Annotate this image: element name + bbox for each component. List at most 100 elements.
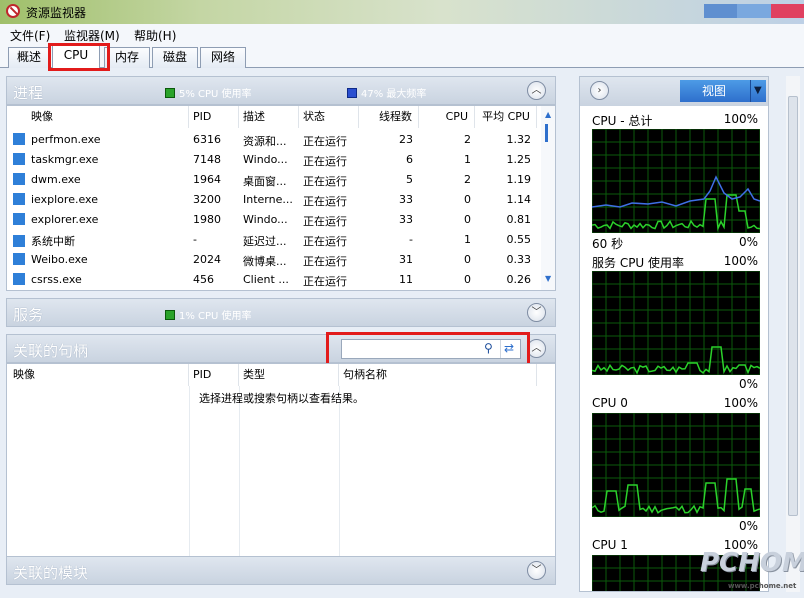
cell-threads: 23 <box>399 133 413 146</box>
cell-image: csrss.exe <box>13 273 183 286</box>
table-row[interactable]: explorer.exe 1980 Windo... 正在运行 33 0 0.81 <box>7 210 537 230</box>
tab-cpu[interactable]: CPU <box>52 45 100 68</box>
process-icon <box>13 253 25 265</box>
cell-description: 微博桌... <box>243 255 287 268</box>
collapse-handles-button[interactable]: ︿ <box>527 339 546 358</box>
col-pid[interactable]: PID <box>189 106 239 128</box>
graph-pane-scrollbar[interactable] <box>786 76 800 592</box>
col-image[interactable]: 映像 <box>7 106 189 128</box>
col-handle-name[interactable]: 句柄名称 <box>339 364 537 386</box>
col-handle-pid[interactable]: PID <box>189 364 239 386</box>
view-button-divider <box>750 80 751 102</box>
menu-help[interactable]: 帮助(H) <box>134 27 176 44</box>
col-handle-type[interactable]: 类型 <box>239 364 339 386</box>
graph-cpu-total-time: 60 秒 <box>592 237 624 251</box>
handle-search-box: ⚲ ⇄ <box>341 339 521 359</box>
close-button[interactable] <box>770 4 804 18</box>
expand-services-button[interactable]: ﹀ <box>527 303 546 322</box>
graph-cpu0 <box>591 412 761 518</box>
view-button[interactable]: 视图 ▼ <box>680 80 766 102</box>
table-row[interactable]: csrss.exe 456 Client ... 正在运行 11 0 0.26 <box>7 270 537 290</box>
cell-description: Windo... <box>243 213 288 226</box>
collapse-processes-button[interactable]: ︿ <box>527 81 546 100</box>
tab-network[interactable]: 网络 <box>200 47 246 68</box>
cell-threads: 33 <box>399 213 413 226</box>
graph-services <box>591 270 761 376</box>
column-divider <box>189 386 190 562</box>
table-row[interactable]: 系统中断 - 延迟过... 正在运行 - 1 0.55 <box>7 230 537 250</box>
window-title: 资源监视器 <box>26 6 87 20</box>
refresh-icon[interactable]: ⇄ <box>504 341 514 355</box>
col-description[interactable]: 描述 <box>239 106 299 128</box>
scroll-thumb[interactable] <box>545 124 548 142</box>
col-threads[interactable]: 线程数 <box>359 106 419 128</box>
col-handle-image[interactable]: 映像 <box>7 364 189 386</box>
table-row[interactable]: perfmon.exe 6316 资源和... 正在运行 23 2 1.32 <box>7 130 537 150</box>
process-name: perfmon.exe <box>31 133 101 146</box>
graph-cpu1-title: CPU 1 <box>592 538 628 552</box>
scroll-down-arrow-icon[interactable]: ▼ <box>545 274 551 283</box>
cell-pid: 1980 <box>193 213 221 226</box>
tab-overview[interactable]: 概述 <box>8 47 50 68</box>
title-bar: 资源监视器 <box>0 0 804 24</box>
cell-average-cpu: 0.55 <box>506 233 532 246</box>
process-name: 系统中断 <box>31 235 75 248</box>
processes-cpu-usage: 5% CPU 使用率 <box>165 85 252 100</box>
cell-threads: - <box>409 233 413 246</box>
handle-search-input[interactable] <box>344 341 476 357</box>
cell-status: 正在运行 <box>303 215 347 228</box>
graph-cpu0-min: 0% <box>738 519 758 533</box>
cell-threads: 11 <box>399 273 413 286</box>
menu-file[interactable]: 文件(F) <box>10 27 50 44</box>
search-icon[interactable]: ⚲ <box>484 341 493 355</box>
cell-description: 桌面窗... <box>243 175 287 188</box>
cell-average-cpu: 1.14 <box>506 193 532 206</box>
modules-title: 关联的模块 <box>13 564 89 582</box>
green-legend-swatch <box>165 310 175 320</box>
services-cpu-usage-text: 1% CPU 使用率 <box>179 311 252 322</box>
expand-modules-button[interactable]: ﹀ <box>527 561 546 580</box>
table-row[interactable]: Weibo.exe 2024 微博桌... 正在运行 31 0 0.33 <box>7 250 537 270</box>
chevron-down-icon[interactable]: ▼ <box>754 80 762 102</box>
services-title: 服务 <box>13 306 44 324</box>
process-icon <box>13 133 25 145</box>
minimize-button[interactable] <box>704 4 738 18</box>
cell-pid: 6316 <box>193 133 221 146</box>
cell-image: dwm.exe <box>13 173 183 186</box>
cell-average-cpu: 1.32 <box>506 133 532 146</box>
scroll-up-arrow-icon[interactable]: ▲ <box>545 110 551 119</box>
menu-monitor[interactable]: 监视器(M) <box>64 27 120 44</box>
table-row[interactable]: dwm.exe 1964 桌面窗... 正在运行 5 2 1.19 <box>7 170 537 190</box>
cell-status: 正在运行 <box>303 135 347 148</box>
processes-header[interactable]: 进程 5% CPU 使用率 47% 最大频率 ︿ <box>6 76 556 105</box>
col-cpu[interactable]: CPU <box>419 106 475 128</box>
table-row[interactable]: taskmgr.exe 7148 Windo... 正在运行 6 1 1.25 <box>7 150 537 170</box>
maximize-button[interactable] <box>737 4 771 18</box>
graph-pane-header: › 视图 ▼ <box>580 77 768 106</box>
cell-description: Interne... <box>243 193 293 206</box>
process-name: dwm.exe <box>31 173 81 186</box>
graph-pane-scroll-thumb[interactable] <box>788 96 798 516</box>
collapse-graphs-button[interactable]: › <box>590 81 609 100</box>
process-name: explorer.exe <box>31 213 99 226</box>
cell-threads: 6 <box>406 153 413 166</box>
resource-monitor-icon <box>6 4 20 18</box>
handles-header[interactable]: 关联的句柄 ⚲ ⇄ ︿ <box>6 334 556 363</box>
graph-cpu0-svg <box>591 412 761 518</box>
table-row[interactable]: iexplore.exe 3200 Interne... 正在运行 33 0 1.14 <box>7 190 537 210</box>
process-icon <box>13 235 25 247</box>
process-icon <box>13 173 25 185</box>
cell-image: explorer.exe <box>13 213 183 226</box>
modules-header[interactable]: 关联的模块 ﹀ <box>6 556 556 585</box>
tab-memory[interactable]: 内存 <box>104 47 150 68</box>
col-average-cpu[interactable]: 平均 CPU <box>475 106 537 128</box>
tab-strip: 概述 CPU 内存 磁盘 网络 <box>0 44 804 68</box>
services-header[interactable]: 服务 1% CPU 使用率 ﹀ <box>6 298 556 327</box>
cell-description: 延迟过... <box>243 235 287 248</box>
graph-services-min: 0% <box>738 377 758 391</box>
process-scrollbar[interactable]: ▲ ▼ <box>541 106 555 290</box>
col-status[interactable]: 状态 <box>299 106 359 128</box>
cell-status: 正在运行 <box>303 235 347 248</box>
tab-disk[interactable]: 磁盘 <box>152 47 198 68</box>
watermark-url: www.pchome.net <box>728 582 797 590</box>
